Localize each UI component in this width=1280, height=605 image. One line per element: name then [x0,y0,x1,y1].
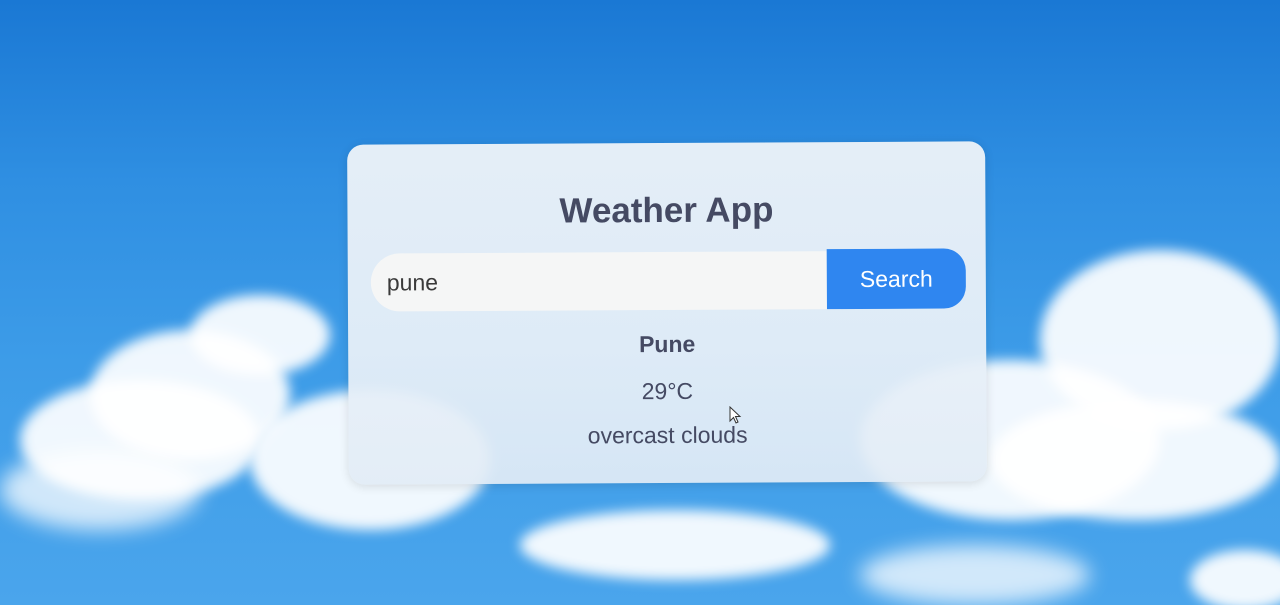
cloud [520,510,830,580]
app-title: Weather App [559,190,774,231]
cloud [860,545,1090,605]
cloud [0,450,200,530]
mouse-pointer-icon [729,406,742,424]
weather-description: overcast clouds [587,421,748,449]
city-name: Pune [638,330,696,358]
weather-card: Weather App Search Pune 29°C overcast cl… [347,141,987,485]
search-bar: Search [370,248,966,312]
cloud [190,295,330,375]
search-button[interactable]: Search [826,248,966,310]
temperature: 29°C [641,377,694,405]
cloud [1190,550,1280,605]
city-search-input[interactable] [370,251,841,312]
cloud [990,400,1280,520]
